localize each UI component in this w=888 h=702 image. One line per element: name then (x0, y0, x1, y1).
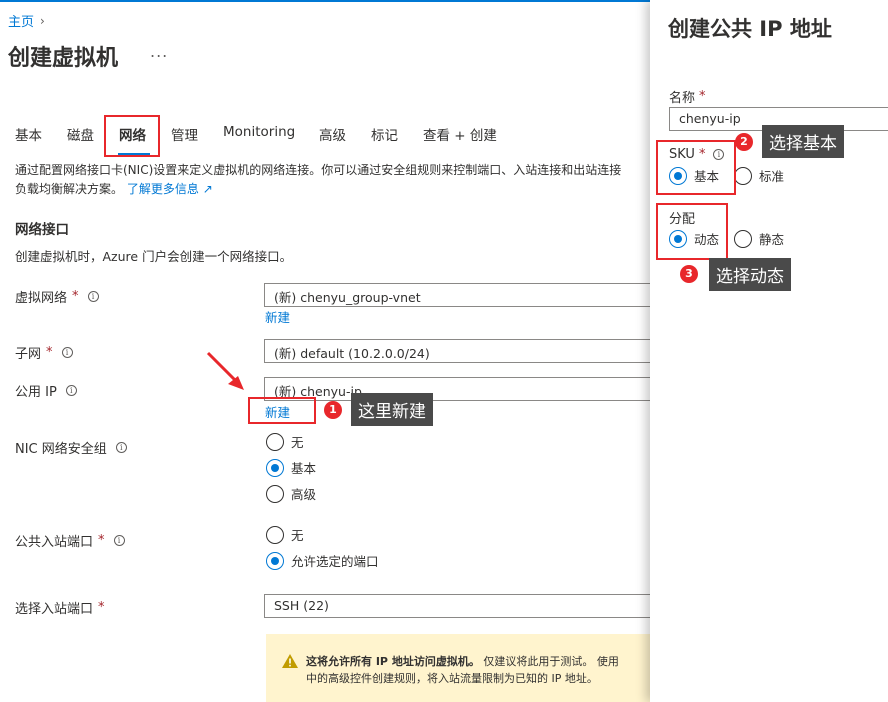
inbound-option-allow-selected[interactable]: 允许选定的端口 (266, 551, 379, 570)
annotation-highlight-sku (656, 140, 736, 195)
radio-button-selected[interactable] (266, 458, 284, 477)
nic-section-description: 创建虚拟机时，Azure 门户会创建一个网络接口。 (15, 249, 293, 264)
chevron-right-icon: › (40, 13, 45, 28)
annotation-highlight-networking-tab (104, 115, 160, 157)
tab-advanced[interactable]: 高级 (319, 124, 346, 144)
info-icon[interactable]: i (87, 291, 99, 302)
vnet-label: 虚拟网络 * i (15, 287, 99, 306)
radio-button-selected[interactable] (266, 551, 284, 570)
subnet-label: 子网 * i (15, 343, 73, 362)
nsg-option-basic[interactable]: 基本 (266, 458, 316, 477)
breadcrumb: 主页 › (8, 11, 45, 31)
radio-button[interactable] (266, 484, 284, 503)
vnet-create-new-link[interactable]: 新建 (265, 307, 290, 326)
select-ports-label: 选择入站端口 * (15, 600, 105, 617)
description-line-1: 通过配置网络接口卡(NIC)设置来定义虚拟机的网络连接。你可以通过安全组规则来控… (15, 163, 622, 177)
nic-nsg-label: NIC 网络安全组 i (15, 438, 127, 457)
more-options-button[interactable]: ... (150, 42, 168, 61)
select-ports-dropdown[interactable]: SSH (22) (264, 594, 654, 618)
external-link-icon: ↗ (202, 182, 213, 196)
panel-title: 创建公共 IP 地址 (668, 17, 832, 41)
annotation-highlight-create-new (248, 397, 316, 424)
tab-basics[interactable]: 基本 (15, 124, 42, 144)
radio-button[interactable] (266, 525, 284, 544)
info-icon[interactable]: i (65, 385, 77, 396)
sku-option-standard[interactable]: 标准 (734, 166, 784, 185)
nic-section-title: 网络接口 (15, 222, 69, 238)
description-line-2: 负载均衡解决方案。 (15, 182, 124, 196)
annotation-highlight-assignment (656, 203, 728, 260)
radio-button[interactable] (734, 229, 752, 248)
annotation-badge-1: 1 (324, 401, 342, 419)
name-label: 名称 * (669, 89, 706, 106)
create-public-ip-panel: 创建公共 IP 地址 名称 * chenyu-ip SKU * i 基本 标准 分配… (650, 0, 888, 702)
annotation-badge-3: 3 (680, 265, 698, 283)
tab-review-create[interactable]: 查看 + 创建 (423, 124, 497, 144)
page-title: 创建虚拟机 (8, 46, 119, 71)
tab-monitoring[interactable]: Monitoring (223, 124, 295, 140)
learn-more-link[interactable]: 了解更多信息 ↗ (127, 182, 213, 196)
annotation-callout-2: 选择基本 (762, 125, 844, 158)
tab-management[interactable]: 管理 (171, 124, 198, 144)
info-icon[interactable]: i (113, 535, 125, 546)
nsg-option-none[interactable]: 无 (266, 432, 304, 451)
networking-description: 通过配置网络接口卡(NIC)设置来定义虚拟机的网络连接。你可以通过安全组规则来控… (15, 161, 655, 199)
subnet-select[interactable]: (新) default (10.2.0.0/24) (264, 339, 654, 363)
radio-button[interactable] (734, 166, 752, 185)
nsg-option-advanced[interactable]: 高级 (266, 484, 316, 503)
annotation-callout-1: 这里新建 (351, 393, 433, 426)
assignment-option-static[interactable]: 静态 (734, 229, 784, 248)
warning-banner: 这将允许所有 IP 地址访问虚拟机。 仅建议将此用于测试。 使用 中的高级控件创… (266, 634, 656, 702)
public-ip-select[interactable]: (新) chenyu-ip (264, 377, 654, 401)
vnet-select[interactable]: (新) chenyu_group-vnet (264, 283, 654, 307)
tab-disks[interactable]: 磁盘 (67, 124, 94, 144)
annotation-callout-3: 选择动态 (709, 258, 791, 291)
annotation-badge-2: 2 (735, 133, 753, 151)
warning-icon (282, 654, 298, 668)
info-icon[interactable]: i (61, 347, 73, 358)
inbound-option-none[interactable]: 无 (266, 525, 304, 544)
warning-text: 这将允许所有 IP 地址访问虚拟机。 仅建议将此用于测试。 使用 中的高级控件创… (306, 655, 619, 685)
public-ip-label: 公用 IP i (15, 381, 77, 400)
info-icon[interactable]: i (115, 442, 127, 453)
annotation-arrow-icon (206, 351, 244, 390)
breadcrumb-home-link[interactable]: 主页 (8, 11, 34, 30)
inbound-ports-label: 公共入站端口 * i (15, 531, 125, 550)
radio-button[interactable] (266, 432, 284, 451)
tab-tags[interactable]: 标记 (371, 124, 398, 144)
tab-bar: 基本 磁盘 网络 管理 Monitoring 高级 标记 查看 + 创建 (0, 118, 650, 155)
